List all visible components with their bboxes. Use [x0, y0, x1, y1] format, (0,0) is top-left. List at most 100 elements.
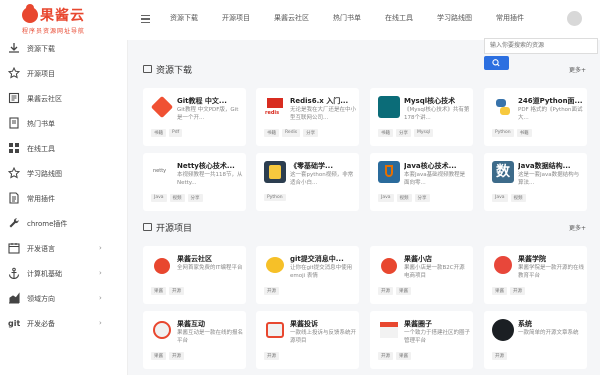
resource-card[interactable]: 果酱圈子 一个致力于搭建社区的圈子管理平台 开源 果酱 [370, 311, 473, 369]
resource-card[interactable]: 果酱小店 果酱小店是一款B2C开源电商项目 开源 果酱 [370, 246, 473, 304]
site-logo[interactable]: 果酱云 程序员资源网址导航 [0, 0, 130, 40]
card-thumbnail [492, 254, 514, 276]
card-tag[interactable]: Python [264, 194, 286, 201]
card-tag[interactable]: 书籍 [151, 129, 166, 137]
card-tag[interactable]: 书籍 [516, 129, 532, 137]
top-nav: 资源下载 开源项目 果酱云社区 热门书单 在线工具 学习路线图 常用插件 [170, 13, 548, 23]
sidebar-item[interactable]: chrome插件 [0, 212, 128, 237]
card-tag[interactable]: 分享 [414, 194, 430, 202]
sidebar-item[interactable]: 热门书单 [0, 112, 128, 137]
card-tag[interactable]: 果酱 [396, 352, 411, 360]
card-tag[interactable]: 果酱 [492, 287, 507, 295]
resource-card[interactable]: 系统 一款简单的开源文章系统 开源 [484, 311, 587, 369]
community-icon [8, 92, 20, 104]
card-tag[interactable]: Redis [282, 129, 301, 137]
wrench-icon [9, 218, 19, 228]
card-tag[interactable]: 开源 [510, 287, 525, 295]
book-icon [9, 117, 19, 129]
nav-link[interactable]: 果酱云社区 [274, 13, 309, 23]
more-link[interactable]: 更多+ [569, 65, 586, 74]
card-title: Java核心技术... [404, 162, 457, 170]
card-tag[interactable]: 书籍 [378, 129, 393, 137]
card-tag[interactable]: 开源 [169, 352, 184, 360]
sidebar-item[interactable]: git 开发必备 › [0, 312, 128, 337]
card-tag[interactable]: 果酱 [151, 287, 166, 295]
resource-card[interactable]: 果酱投诉 一款线上投诉与反馈系统开源项目 开源 [256, 311, 359, 369]
hamburger-menu-icon[interactable] [141, 15, 150, 23]
card-title: 果酱圈子 [404, 320, 432, 328]
nav-link[interactable]: 学习路线图 [437, 13, 472, 23]
resource-card[interactable]: 《零基础学... 这一套python视频，非常适合小白... Python [256, 153, 359, 211]
resource-card[interactable]: Java核心技术... 本套Java基础视频教程是面向零... Java 视频 分享 [370, 153, 473, 211]
card-tag[interactable]: 视频 [169, 194, 185, 202]
card-tag[interactable]: 分享 [187, 194, 203, 202]
card-tag[interactable]: Pdf [169, 129, 183, 137]
card-title: Git教程 中文... [177, 97, 227, 105]
nav-link[interactable]: 常用插件 [496, 13, 524, 23]
card-tag[interactable]: 分享 [303, 129, 319, 137]
card-tag[interactable]: Java [492, 194, 508, 202]
sidebar-item[interactable]: 计算机基础 › [0, 262, 128, 287]
card-description: 这是一套Java数据结构与算法... [518, 172, 580, 186]
section-title: 资源下载 [156, 66, 193, 76]
card-tags: Java 视频 分享 [151, 194, 206, 202]
sidebar-item[interactable]: 常用插件 [0, 187, 128, 212]
sidebar-item[interactable]: 开发语言 › [0, 237, 128, 262]
nav-link[interactable]: 资源下载 [170, 13, 198, 23]
sidebar-item[interactable]: 领域方向 › [0, 287, 128, 312]
resource-card[interactable]: 果酱云社区 全网首家免费的IT编程平台 果酱 开源 [143, 246, 246, 304]
card-tag[interactable]: 视频 [396, 194, 412, 202]
resource-card[interactable]: 果酱互动 果酱互动是一款在线的报名平台 果酱 开源 [143, 311, 246, 369]
card-tag[interactable]: 开源 [169, 287, 184, 295]
sidebar-item-label: 开发必备 [27, 320, 55, 328]
calendar-icon [8, 243, 20, 254]
card-tags: 书籍 Redis 分享 [264, 129, 321, 137]
resource-card[interactable]: git提交消息中... 让你在git提交消息中使用 emoji 表情 开源 [256, 246, 359, 304]
resource-card[interactable]: Mysql核心技术 《Mysql核心技术》共有第178个讲... 书籍 分享 Mysql [370, 88, 473, 146]
card-description: 本视频教程一共118节，从Netty... [177, 172, 243, 186]
user-avatar[interactable] [567, 11, 582, 26]
sidebar-item-label: 学习路线图 [27, 170, 62, 178]
card-tag[interactable]: 视频 [510, 194, 526, 202]
search-input[interactable] [484, 38, 598, 54]
resource-card[interactable]: 果酱学院 果酱学院是一款开源的在线教育平台 果酱 开源 [484, 246, 587, 304]
more-link[interactable]: 更多+ [569, 223, 586, 232]
card-tag[interactable]: 书籍 [264, 129, 279, 137]
resource-card[interactable]: 数 Java数据结构... 这是一套Java数据结构与算法... Java 视频 [484, 153, 587, 211]
card-tag[interactable]: 开源 [378, 352, 393, 360]
card-tag[interactable]: Java [151, 194, 167, 202]
sidebar-item[interactable]: 在线工具 [0, 137, 128, 162]
sidebar-item[interactable]: 开源项目 [0, 62, 128, 87]
card-description: 果酱互动是一款在线的报名平台 [177, 330, 243, 344]
card-description: 一款简单的开源文章系统 [518, 330, 579, 336]
card-tag[interactable]: 开源 [264, 352, 279, 360]
card-tag[interactable]: 开源 [264, 287, 279, 295]
top-header: 果酱云 程序员资源网址导航 资源下载 开源项目 果酱云社区 热门书单 在线工具 … [0, 0, 600, 40]
document-icon [9, 192, 19, 204]
card-tag[interactable]: 分享 [396, 129, 411, 137]
card-tag[interactable]: 果酱 [396, 287, 411, 295]
card-tag[interactable]: 开源 [378, 287, 393, 295]
sidebar-item[interactable]: 果酱云社区 [0, 87, 128, 112]
resource-card[interactable]: netty Netty核心技术... 本视频教程一共118节，从Netty... Ja… [143, 153, 246, 211]
card-tags: 开源 果酱 [378, 287, 414, 295]
sidebar-item-label: 计算机基础 [27, 270, 62, 278]
nav-link[interactable]: 开源项目 [222, 13, 250, 23]
resource-card[interactable]: redis Redis6.x 入门... 无论是我在大厂还是在中小型互联网公司...… [256, 88, 359, 146]
nav-link[interactable]: 热门书单 [333, 13, 361, 23]
sidebar-item[interactable]: 资源下载 [0, 37, 128, 62]
card-tags: 开源 [492, 352, 510, 360]
sidebar-item[interactable]: 学习路线图 [0, 162, 128, 187]
card-title: 果酱投诉 [290, 320, 318, 328]
card-tag[interactable]: 果酱 [151, 352, 166, 360]
card-tags: Python [264, 194, 289, 201]
card-tag[interactable]: Mysql [414, 129, 433, 137]
card-thumbnail: redis [264, 96, 286, 118]
resource-card[interactable]: 246道Python面... PDF 格式的《Python面试大... Python… [484, 88, 587, 146]
git-icon: git [8, 319, 20, 328]
nav-link[interactable]: 在线工具 [385, 13, 413, 23]
card-tag[interactable]: Java [378, 194, 394, 202]
resource-card[interactable]: Git教程 中文... Git教程 中文PDF版，Git是一个开... 书籍 Pdf [143, 88, 246, 146]
card-tag[interactable]: 开源 [492, 352, 507, 360]
card-tag[interactable]: Python [492, 129, 514, 137]
